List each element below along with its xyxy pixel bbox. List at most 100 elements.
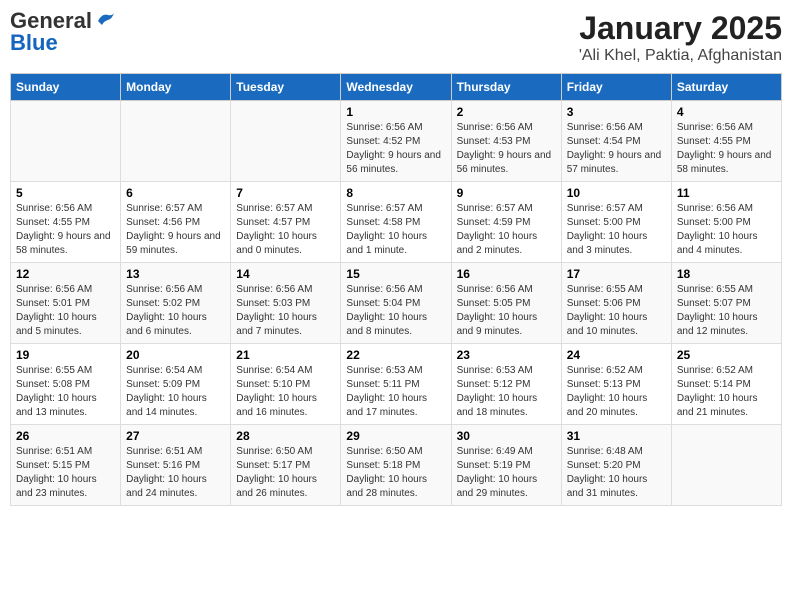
calendar-week-row: 19 Sunrise: 6:55 AM Sunset: 5:08 PM Dayli…: [11, 344, 782, 425]
day-info: Sunrise: 6:50 AM Sunset: 5:18 PM Dayligh…: [346, 445, 445, 501]
calendar-week-row: 5Sunrise: 6:56 AM Sunset: 4:55 PM Daylig…: [11, 182, 782, 263]
calendar-cell: 22 Sunrise: 6:53 AM Sunset: 5:11 PM Dayli…: [341, 344, 451, 425]
day-info: Sunrise: 6:50 AM Sunset: 5:17 PM Dayligh…: [236, 445, 335, 501]
day-number: 5: [16, 186, 115, 200]
day-number: 31: [567, 429, 666, 443]
calendar-cell: 26 Sunrise: 6:51 AM Sunset: 5:15 PM Dayli…: [11, 425, 121, 506]
day-info: Sunrise: 6:57 AM Sunset: 4:57 PM Dayligh…: [236, 202, 335, 258]
day-number: 23: [457, 348, 556, 362]
day-number: 12: [16, 267, 115, 281]
calendar-cell: 6 Sunrise: 6:57 AM Sunset: 4:56 PM Daylig…: [121, 182, 231, 263]
title-block: January 2025 'Ali Khel, Paktia, Afghanis…: [579, 10, 782, 65]
day-number: 26: [16, 429, 115, 443]
day-number: 25: [677, 348, 776, 362]
day-info: Sunrise: 6:57 AM Sunset: 4:59 PM Dayligh…: [457, 202, 556, 258]
calendar-cell: 14Sunrise: 6:56 AM Sunset: 5:03 PM Dayli…: [231, 263, 341, 344]
logo-bird-icon: [94, 11, 116, 31]
calendar-cell: 31 Sunrise: 6:48 AM Sunset: 5:20 PM Dayli…: [561, 425, 671, 506]
calendar-cell: 8Sunrise: 6:57 AM Sunset: 4:58 PM Daylig…: [341, 182, 451, 263]
day-info: Sunrise: 6:51 AM Sunset: 5:15 PM Dayligh…: [16, 445, 115, 501]
calendar-cell: 11 Sunrise: 6:56 AM Sunset: 5:00 PM Dayli…: [671, 182, 781, 263]
day-info: Sunrise: 6:54 AM Sunset: 5:09 PM Dayligh…: [126, 364, 225, 420]
day-number: 29: [346, 429, 445, 443]
day-info: Sunrise: 6:56 AM Sunset: 4:52 PM Dayligh…: [346, 121, 445, 177]
day-info: Sunrise: 6:55 AM Sunset: 5:08 PM Dayligh…: [16, 364, 115, 420]
day-number: 7: [236, 186, 335, 200]
day-info: Sunrise: 6:57 AM Sunset: 5:00 PM Dayligh…: [567, 202, 666, 258]
day-info: Sunrise: 6:57 AM Sunset: 4:56 PM Dayligh…: [126, 202, 225, 258]
day-number: 15: [346, 267, 445, 281]
day-info: Sunrise: 6:56 AM Sunset: 4:53 PM Dayligh…: [457, 121, 556, 177]
day-number: 22: [346, 348, 445, 362]
calendar-cell: 1 Sunrise: 6:56 AM Sunset: 4:52 PM Daylig…: [341, 101, 451, 182]
day-info: Sunrise: 6:52 AM Sunset: 5:14 PM Dayligh…: [677, 364, 776, 420]
calendar-cell: 27Sunrise: 6:51 AM Sunset: 5:16 PM Dayli…: [121, 425, 231, 506]
day-of-week-header: Thursday: [451, 74, 561, 101]
day-number: 19: [16, 348, 115, 362]
calendar-cell: 17 Sunrise: 6:55 AM Sunset: 5:06 PM Dayli…: [561, 263, 671, 344]
day-number: 11: [677, 186, 776, 200]
day-info: Sunrise: 6:48 AM Sunset: 5:20 PM Dayligh…: [567, 445, 666, 501]
calendar-cell: 15Sunrise: 6:56 AM Sunset: 5:04 PM Dayli…: [341, 263, 451, 344]
page-header: General Blue January 2025 'Ali Khel, Pak…: [10, 10, 782, 65]
day-info: Sunrise: 6:55 AM Sunset: 5:06 PM Dayligh…: [567, 283, 666, 339]
calendar-cell: 9 Sunrise: 6:57 AM Sunset: 4:59 PM Daylig…: [451, 182, 561, 263]
calendar-cell: 12Sunrise: 6:56 AM Sunset: 5:01 PM Dayli…: [11, 263, 121, 344]
day-of-week-header: Tuesday: [231, 74, 341, 101]
calendar-header-row: SundayMondayTuesdayWednesdayThursdayFrid…: [11, 74, 782, 101]
calendar-cell: 19 Sunrise: 6:55 AM Sunset: 5:08 PM Dayli…: [11, 344, 121, 425]
calendar-cell: 18 Sunrise: 6:55 AM Sunset: 5:07 PM Dayli…: [671, 263, 781, 344]
day-info: Sunrise: 6:53 AM Sunset: 5:11 PM Dayligh…: [346, 364, 445, 420]
calendar-cell: 28Sunrise: 6:50 AM Sunset: 5:17 PM Dayli…: [231, 425, 341, 506]
day-number: 3: [567, 105, 666, 119]
calendar-cell: 5Sunrise: 6:56 AM Sunset: 4:55 PM Daylig…: [11, 182, 121, 263]
calendar-cell: 3Sunrise: 6:56 AM Sunset: 4:54 PM Daylig…: [561, 101, 671, 182]
calendar-week-row: 26 Sunrise: 6:51 AM Sunset: 5:15 PM Dayli…: [11, 425, 782, 506]
day-info: Sunrise: 6:56 AM Sunset: 4:55 PM Dayligh…: [677, 121, 776, 177]
day-number: 8: [346, 186, 445, 200]
calendar-cell: 20 Sunrise: 6:54 AM Sunset: 5:09 PM Dayli…: [121, 344, 231, 425]
calendar-cell: 23Sunrise: 6:53 AM Sunset: 5:12 PM Dayli…: [451, 344, 561, 425]
calendar-cell: 7 Sunrise: 6:57 AM Sunset: 4:57 PM Daylig…: [231, 182, 341, 263]
logo-general-text: General: [10, 10, 92, 32]
calendar-table: SundayMondayTuesdayWednesdayThursdayFrid…: [10, 73, 782, 506]
day-of-week-header: Monday: [121, 74, 231, 101]
day-number: 13: [126, 267, 225, 281]
day-info: Sunrise: 6:55 AM Sunset: 5:07 PM Dayligh…: [677, 283, 776, 339]
day-of-week-header: Saturday: [671, 74, 781, 101]
calendar-cell: 2 Sunrise: 6:56 AM Sunset: 4:53 PM Daylig…: [451, 101, 561, 182]
day-number: 14: [236, 267, 335, 281]
day-number: 4: [677, 105, 776, 119]
day-info: Sunrise: 6:56 AM Sunset: 5:02 PM Dayligh…: [126, 283, 225, 339]
day-number: 18: [677, 267, 776, 281]
calendar-week-row: 1 Sunrise: 6:56 AM Sunset: 4:52 PM Daylig…: [11, 101, 782, 182]
day-info: Sunrise: 6:56 AM Sunset: 5:05 PM Dayligh…: [457, 283, 556, 339]
calendar-cell: 21 Sunrise: 6:54 AM Sunset: 5:10 PM Dayli…: [231, 344, 341, 425]
calendar-cell: 25 Sunrise: 6:52 AM Sunset: 5:14 PM Dayli…: [671, 344, 781, 425]
day-info: Sunrise: 6:56 AM Sunset: 5:00 PM Dayligh…: [677, 202, 776, 258]
day-number: 1: [346, 105, 445, 119]
calendar-cell: [671, 425, 781, 506]
day-number: 21: [236, 348, 335, 362]
day-number: 9: [457, 186, 556, 200]
day-number: 16: [457, 267, 556, 281]
calendar-cell: [11, 101, 121, 182]
day-of-week-header: Sunday: [11, 74, 121, 101]
day-number: 30: [457, 429, 556, 443]
day-info: Sunrise: 6:51 AM Sunset: 5:16 PM Dayligh…: [126, 445, 225, 501]
day-number: 17: [567, 267, 666, 281]
calendar-week-row: 12Sunrise: 6:56 AM Sunset: 5:01 PM Dayli…: [11, 263, 782, 344]
day-of-week-header: Friday: [561, 74, 671, 101]
calendar-cell: 4 Sunrise: 6:56 AM Sunset: 4:55 PM Daylig…: [671, 101, 781, 182]
day-number: 20: [126, 348, 225, 362]
page-title: January 2025: [579, 10, 782, 47]
logo-blue-text: Blue: [10, 32, 58, 54]
calendar-cell: 24Sunrise: 6:52 AM Sunset: 5:13 PM Dayli…: [561, 344, 671, 425]
day-number: 2: [457, 105, 556, 119]
day-info: Sunrise: 6:54 AM Sunset: 5:10 PM Dayligh…: [236, 364, 335, 420]
day-number: 10: [567, 186, 666, 200]
calendar-cell: 16 Sunrise: 6:56 AM Sunset: 5:05 PM Dayli…: [451, 263, 561, 344]
calendar-cell: 13 Sunrise: 6:56 AM Sunset: 5:02 PM Dayli…: [121, 263, 231, 344]
calendar-cell: [121, 101, 231, 182]
day-number: 6: [126, 186, 225, 200]
